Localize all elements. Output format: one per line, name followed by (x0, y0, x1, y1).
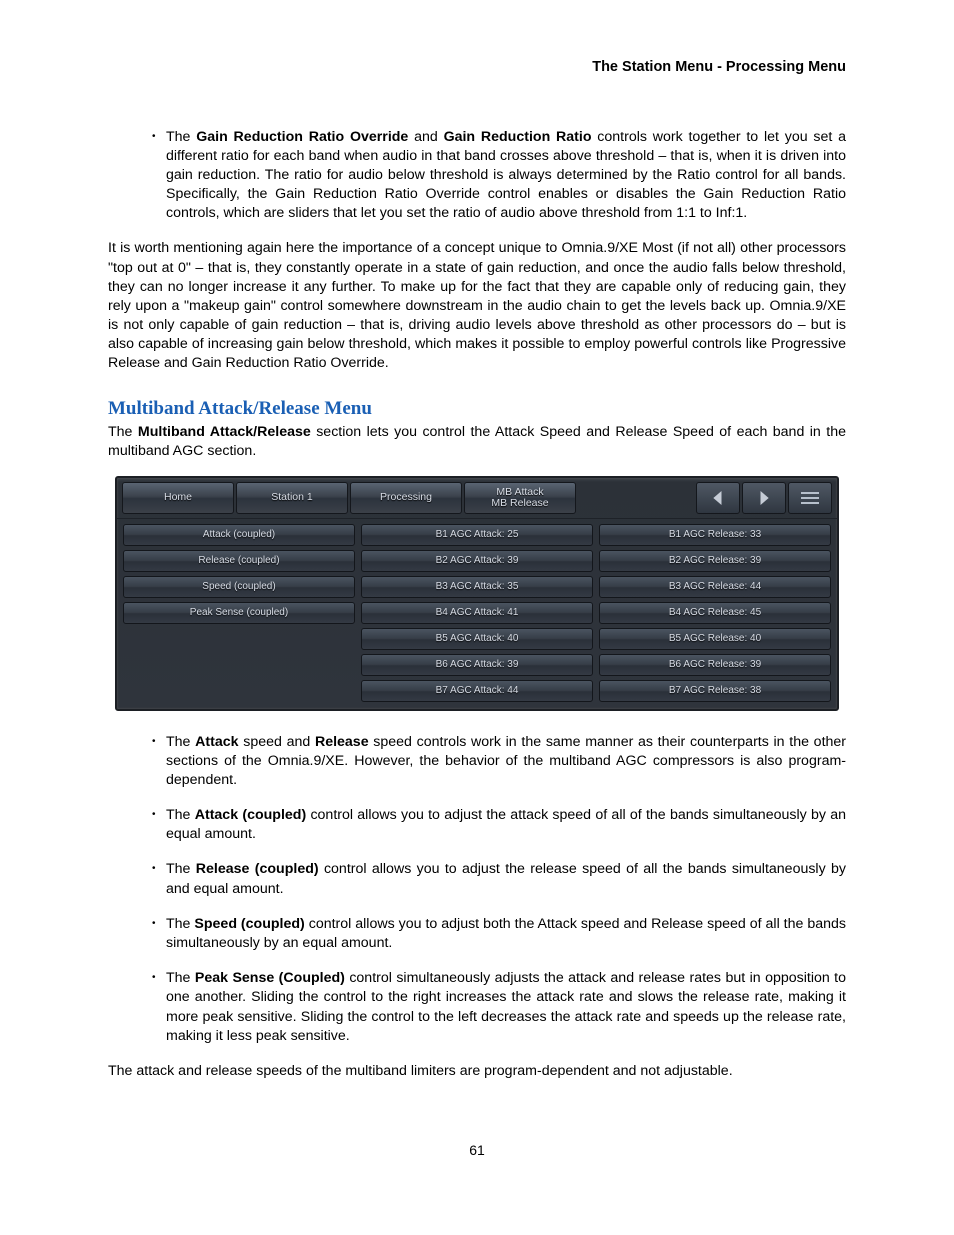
page-header: The Station Menu - Processing Menu (108, 58, 846, 78)
peak-sense-coupled-slider[interactable]: Peak Sense (coupled) (123, 602, 355, 624)
section-heading: Multiband Attack/Release Menu (108, 396, 846, 422)
list-item: The Peak Sense (Coupled) control simulta… (152, 969, 846, 1046)
band-release-slider[interactable]: B6 AGC Release: 39 (599, 654, 831, 676)
crumb-label: MB Attack (496, 487, 543, 498)
crumb-processing[interactable]: Processing (350, 482, 462, 514)
band-attack-slider[interactable]: B7 AGC Attack: 44 (361, 680, 593, 702)
section-intro: The Multiband Attack/Release section let… (108, 423, 846, 461)
menu-button[interactable] (788, 482, 832, 514)
chevron-right-icon (758, 491, 770, 505)
band-attack-slider[interactable]: B6 AGC Attack: 39 (361, 654, 593, 676)
band-release-slider[interactable]: B1 AGC Release: 33 (599, 524, 831, 546)
footer-paragraph: The attack and release speeds of the mul… (108, 1062, 846, 1081)
band-attack-slider[interactable]: B5 AGC Attack: 40 (361, 628, 593, 650)
page-number: 61 (108, 1141, 846, 1160)
band-release-slider[interactable]: B2 AGC Release: 39 (599, 550, 831, 572)
crumb-mb[interactable]: MB Attack MB Release (464, 482, 576, 514)
band-attack-slider[interactable]: B4 AGC Attack: 41 (361, 602, 593, 624)
list-item: The Attack speed and Release speed contr… (152, 733, 846, 791)
band-attack-slider[interactable]: B3 AGC Attack: 35 (361, 576, 593, 598)
list-item: The Release (coupled) control allows you… (152, 860, 846, 898)
feature-bullet-list: The Attack speed and Release speed contr… (152, 733, 846, 1046)
chevron-left-icon (712, 491, 724, 505)
speed-coupled-slider[interactable]: Speed (coupled) (123, 576, 355, 598)
list-item: The Attack (coupled) control allows you … (152, 806, 846, 844)
ui-screenshot: Home Station 1 Processing MB Attack MB R… (115, 476, 839, 711)
controls-grid: Attack (coupled) Release (coupled) Speed… (117, 519, 837, 709)
list-item: The Speed (coupled) control allows you t… (152, 915, 846, 953)
crumb-station[interactable]: Station 1 (236, 482, 348, 514)
nav-prev-button[interactable] (696, 482, 740, 514)
list-item: The Gain Reduction Ratio Override and Ga… (152, 128, 846, 224)
attack-column: B1 AGC Attack: 25 B2 AGC Attack: 39 B3 A… (361, 524, 593, 702)
release-column: B1 AGC Release: 33 B2 AGC Release: 39 B3… (599, 524, 831, 702)
crumb-label: MB Release (491, 498, 548, 509)
band-release-slider[interactable]: B7 AGC Release: 38 (599, 680, 831, 702)
attack-coupled-slider[interactable]: Attack (coupled) (123, 524, 355, 546)
paragraph-mention: It is worth mentioning again here the im… (108, 239, 846, 373)
crumb-home[interactable]: Home (122, 482, 234, 514)
intro-bullet-list: The Gain Reduction Ratio Override and Ga… (152, 128, 846, 224)
hamburger-icon (801, 492, 819, 504)
coupled-column: Attack (coupled) Release (coupled) Speed… (123, 524, 355, 702)
band-attack-slider[interactable]: B2 AGC Attack: 39 (361, 550, 593, 572)
release-coupled-slider[interactable]: Release (coupled) (123, 550, 355, 572)
band-release-slider[interactable]: B5 AGC Release: 40 (599, 628, 831, 650)
band-release-slider[interactable]: B3 AGC Release: 44 (599, 576, 831, 598)
nav-next-button[interactable] (742, 482, 786, 514)
band-attack-slider[interactable]: B1 AGC Attack: 25 (361, 524, 593, 546)
band-release-slider[interactable]: B4 AGC Release: 45 (599, 602, 831, 624)
breadcrumb: Home Station 1 Processing MB Attack MB R… (117, 478, 837, 519)
